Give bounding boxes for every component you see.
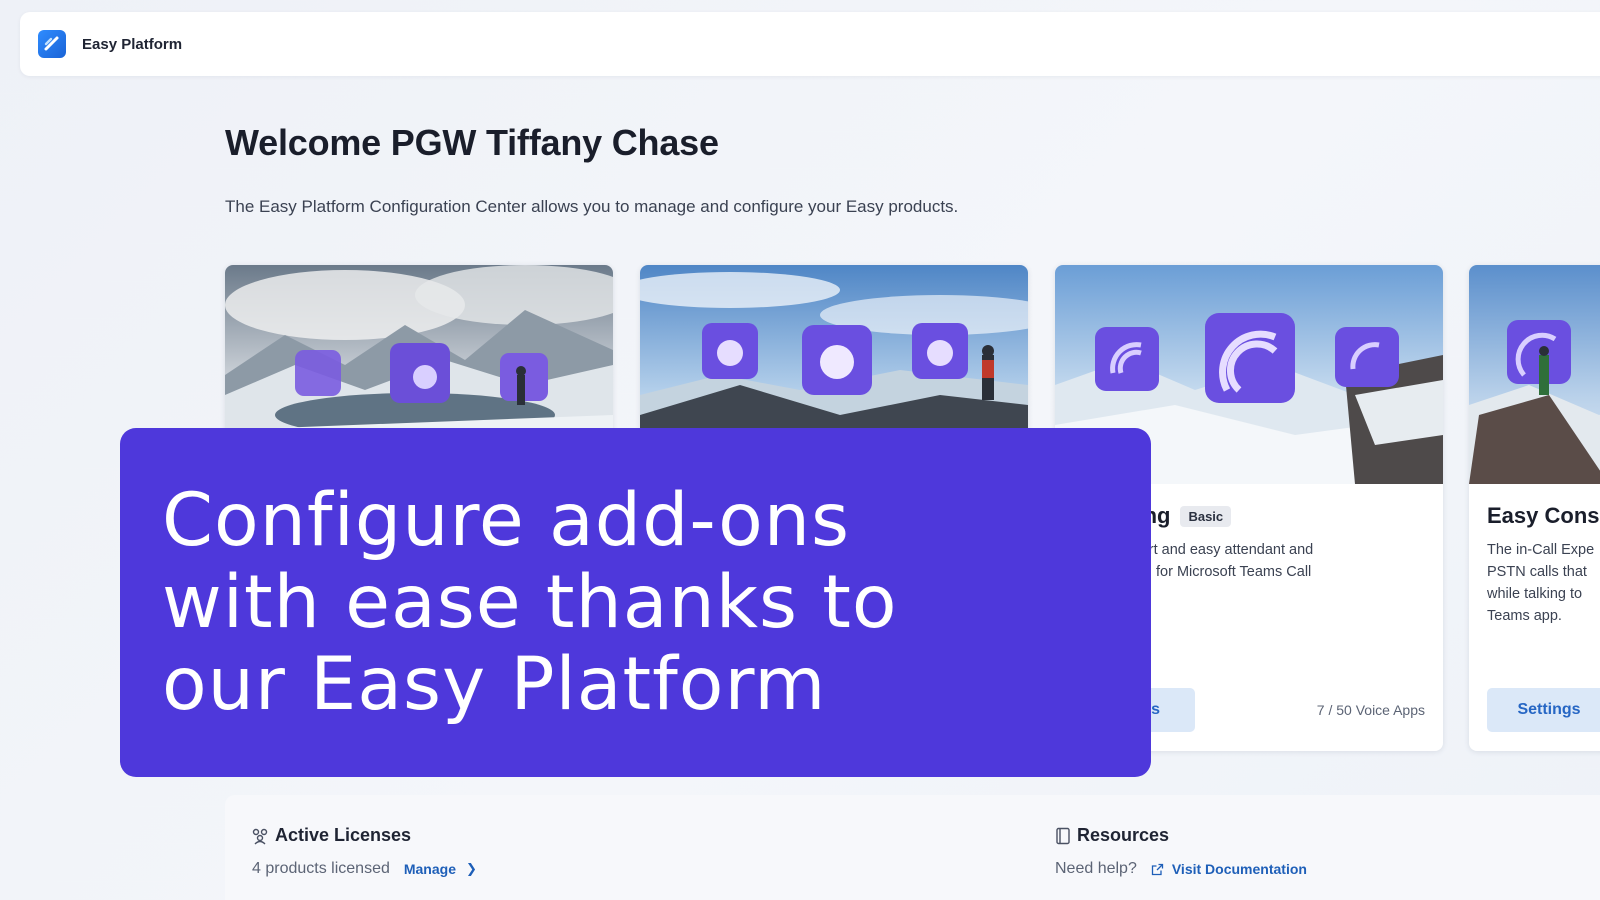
docs-link-label: Visit Documentation	[1171, 861, 1307, 877]
top-bar: Easy Platform	[20, 12, 1600, 76]
description-line: Teams app.	[1487, 608, 1562, 624]
promo-line: our Easy Platform	[162, 642, 827, 727]
product-card-consult-description: The in-Call Expe PSTN calls that while t…	[1487, 539, 1600, 627]
page-subtitle: The Easy Platform Configuration Center a…	[225, 197, 959, 216]
app-title[interactable]: Easy Platform	[82, 36, 182, 53]
bottom-info-panel: Active Licenses 4 products licensed Mana…	[225, 795, 1600, 900]
resources-title: Resources	[1077, 825, 1170, 845]
book-icon	[1056, 827, 1070, 844]
product-card-consult-title: Easy Cons	[1487, 503, 1600, 528]
promo-line: Configure add-ons	[162, 478, 851, 563]
licenses-line: 4 products licensed Manage ❯	[252, 860, 477, 878]
product-card-consult[interactable]: Easy Cons The in-Call Expe PSTN calls th…	[1469, 265, 1600, 751]
manage-link-label: Manage	[403, 861, 456, 877]
resources-line: Need help? Visit Documentation	[1055, 860, 1307, 878]
visit-documentation-link[interactable]: Visit Documentation	[1151, 861, 1307, 877]
licenses-summary: 4 products licensed	[252, 860, 390, 877]
external-link-icon	[1151, 863, 1163, 875]
product-card-consult-title-row: Easy Cons	[1487, 503, 1600, 529]
plan-badge: Basic	[1180, 505, 1232, 527]
resources-heading: Resources	[1055, 825, 1169, 846]
manage-licenses-link[interactable]: Manage ❯	[404, 861, 477, 877]
active-licenses-heading: Active Licenses	[251, 825, 411, 846]
promo-overlay: Configure add-ons with ease thanks to ou…	[120, 428, 1151, 777]
product-card-consult-image	[1469, 265, 1600, 484]
description-line: while talking to	[1487, 586, 1583, 602]
voice-apps-usage: 7 / 50 Voice Apps	[1316, 702, 1425, 718]
page-title: Welcome PGW Tiffany Chase	[225, 122, 719, 163]
active-licenses-title: Active Licenses	[275, 825, 412, 845]
promo-line: with ease thanks to	[162, 560, 898, 645]
help-text: Need help?	[1055, 860, 1137, 877]
users-icon	[252, 828, 268, 845]
app-logo-icon[interactable]	[38, 30, 66, 58]
promo-headline: Configure add-ons with ease thanks to ou…	[162, 480, 1102, 726]
description-line: The in-Call Expe	[1487, 542, 1595, 558]
consult-settings-button[interactable]: Settings	[1487, 688, 1600, 732]
description-line: PSTN calls that	[1487, 564, 1587, 580]
chevron-right-icon: ❯	[465, 861, 477, 876]
